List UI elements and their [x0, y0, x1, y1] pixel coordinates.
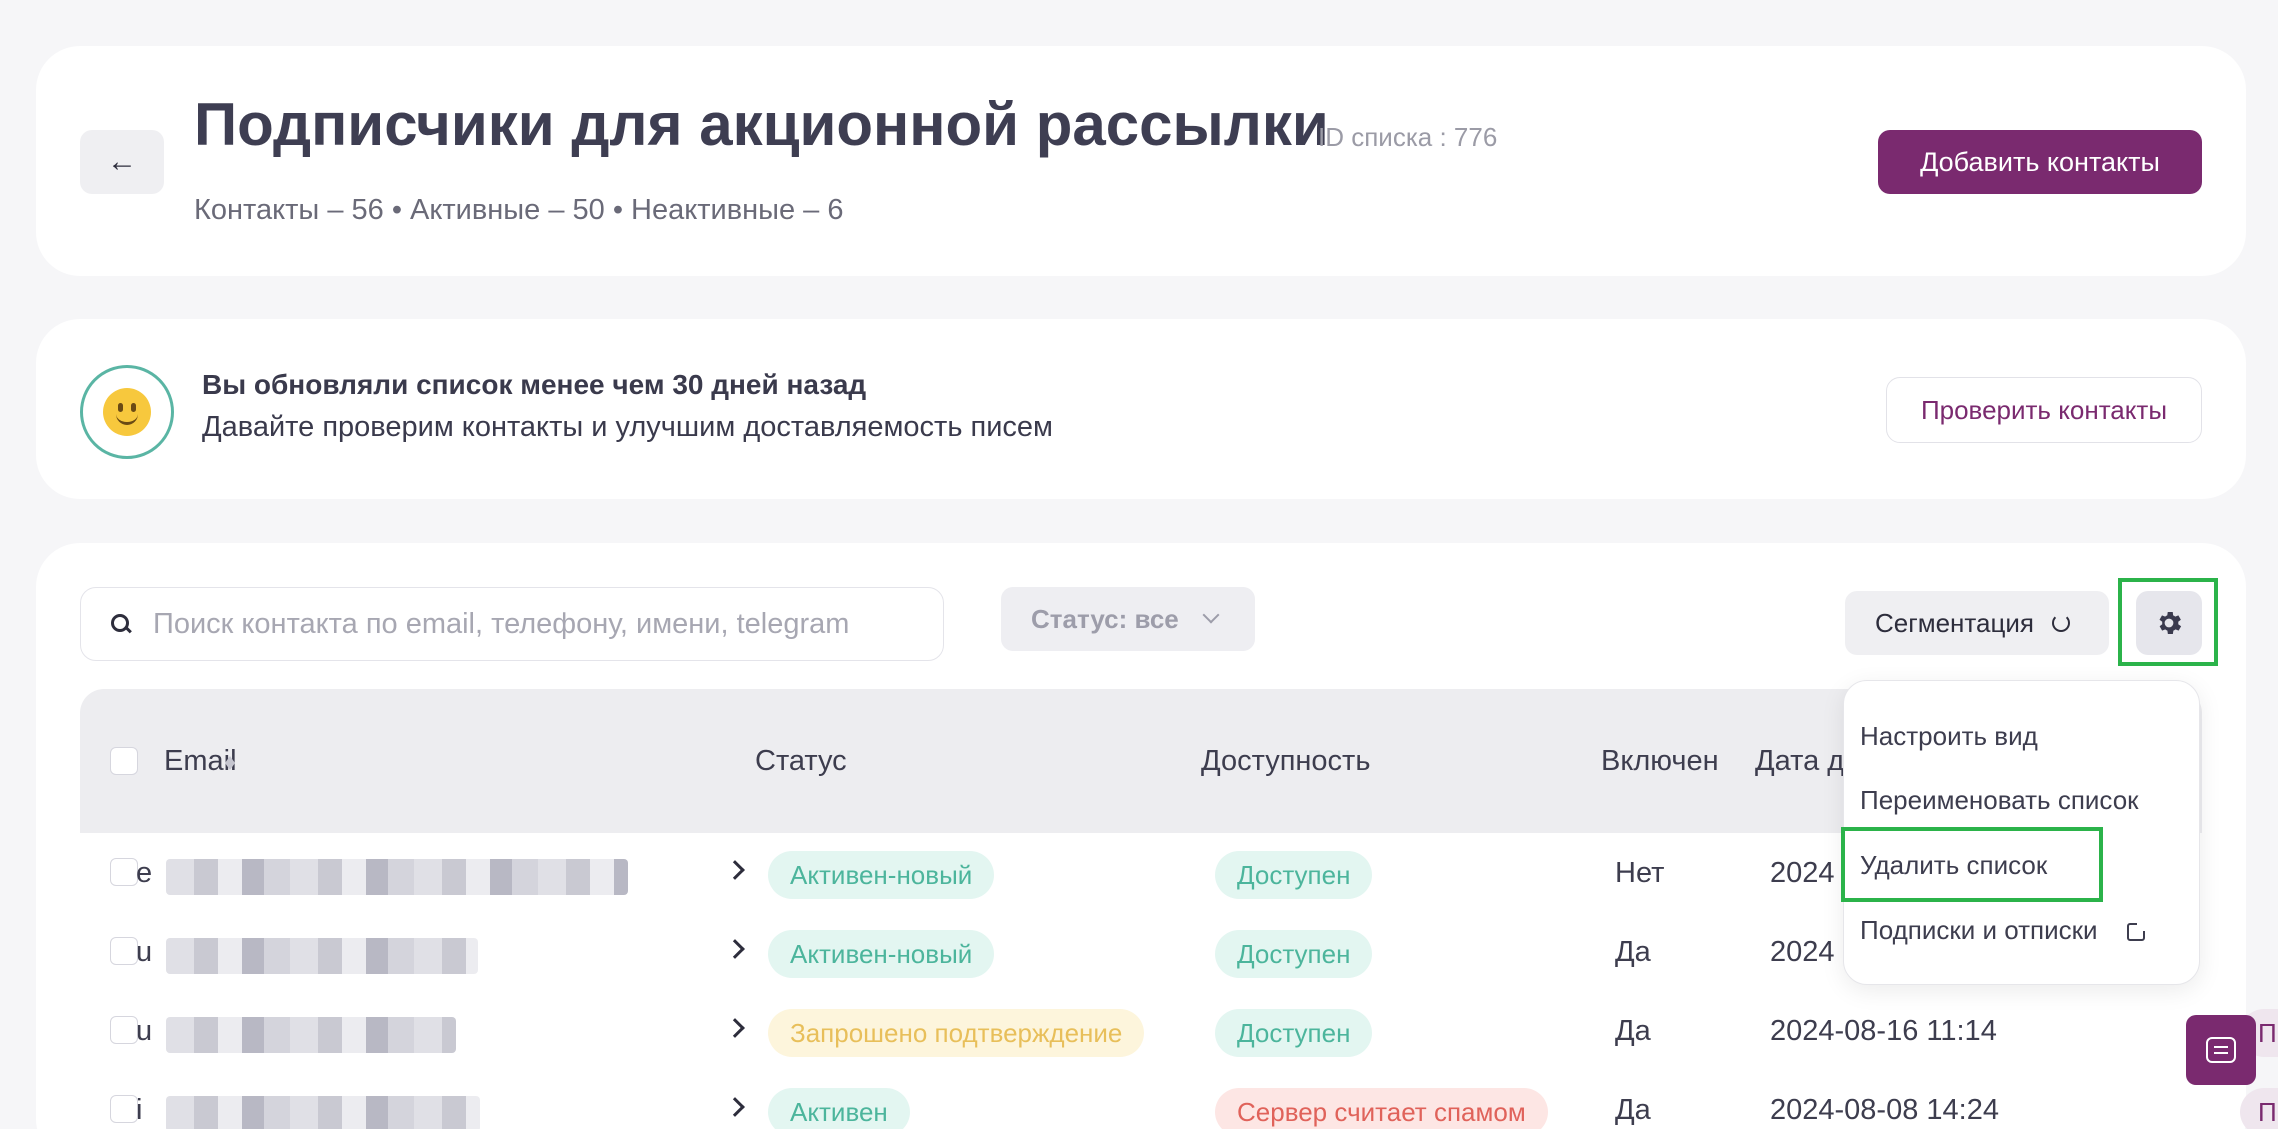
- arrow-left-icon: ←: [107, 145, 137, 178]
- email-lead: i: [136, 1094, 143, 1126]
- column-status: Статус: [755, 745, 847, 777]
- status-filter-label: Статус: все: [1031, 603, 1179, 634]
- subscriptions-label: Подписки и отписки: [1860, 915, 2098, 945]
- status-filter-dropdown[interactable]: Статус: все: [1001, 587, 1255, 651]
- date-value: 2024-08-08 14:24: [1770, 1094, 1999, 1126]
- table-row[interactable]: u Запрошено подтверждение Доступен Да 20…: [80, 991, 2278, 1070]
- menu-item-subscriptions[interactable]: Подписки и отписки: [1860, 915, 2147, 946]
- row-edge-badge: П: [2240, 1088, 2278, 1129]
- refresh-icon: [2051, 614, 2070, 632]
- search-box[interactable]: [80, 587, 944, 661]
- search-input[interactable]: [153, 607, 913, 641]
- availability-badge: Доступен: [1215, 1009, 1373, 1057]
- status-badge: Активен: [768, 1088, 910, 1129]
- email-redacted: [166, 859, 628, 895]
- date-value: 2024-08-16 11:14: [1770, 1015, 1997, 1047]
- email-lead: u: [136, 1015, 153, 1047]
- status-badge: Запрошено подтверждение: [768, 1009, 1145, 1057]
- status-badge: Активен-новый: [768, 930, 995, 978]
- chevron-down-icon: [1202, 606, 1220, 624]
- delete-list-highlight: [1841, 827, 2103, 902]
- row-checkbox[interactable]: [110, 1095, 138, 1123]
- external-link-icon: [2126, 921, 2147, 942]
- row-checkbox[interactable]: [110, 1016, 138, 1044]
- email-redacted: [166, 1017, 456, 1053]
- select-all-checkbox[interactable]: [110, 747, 138, 775]
- check-contacts-button[interactable]: Проверить контакты: [1886, 377, 2202, 443]
- column-enabled: Включен: [1601, 745, 1719, 777]
- menu-item-rename-list[interactable]: Переименовать список: [1860, 785, 2139, 816]
- page-title: Подписчики для акционной рассылки: [194, 91, 1329, 158]
- chevron-right-icon[interactable]: [725, 860, 745, 880]
- chevron-right-icon[interactable]: [725, 1097, 745, 1117]
- chevron-right-icon[interactable]: [725, 1018, 745, 1038]
- enabled-value: Нет: [1615, 857, 1665, 889]
- menu-item-customize-view[interactable]: Настроить вид: [1860, 721, 2038, 752]
- smiley-icon: [80, 365, 174, 459]
- search-icon: [111, 614, 131, 634]
- chat-widget-button[interactable]: [2186, 1015, 2256, 1085]
- email-redacted: [166, 938, 478, 974]
- row-checkbox[interactable]: [110, 937, 138, 965]
- availability-badge: Доступен: [1215, 851, 1373, 899]
- settings-button[interactable]: [2136, 591, 2202, 655]
- date-value: 2024: [1770, 857, 1835, 889]
- contact-stats: Контакты – 56 • Активные – 50 • Неактивн…: [194, 194, 844, 226]
- chevron-right-icon[interactable]: [725, 939, 745, 959]
- segmentation-button[interactable]: Сегментация: [1845, 591, 2109, 655]
- chat-icon: [2206, 1037, 2236, 1063]
- enabled-value: Да: [1615, 1094, 1651, 1126]
- date-value: 2024: [1770, 936, 1835, 968]
- enabled-value: Да: [1615, 936, 1651, 968]
- back-button[interactable]: ←: [80, 130, 164, 194]
- notice-text: Давайте проверим контакты и улучшим дост…: [202, 411, 1053, 443]
- table-row[interactable]: i Активен Сервер считает спамом Да 2024-…: [80, 1070, 2278, 1129]
- sort-icon[interactable]: [225, 751, 235, 773]
- segmentation-label: Сегментация: [1875, 607, 2034, 638]
- add-contacts-button[interactable]: Добавить контакты: [1878, 130, 2202, 194]
- email-lead: e: [136, 857, 153, 889]
- list-header-card: ← Подписчики для акционной рассылки ID с…: [36, 46, 2246, 276]
- list-id: ID списка : 776: [1318, 122, 1498, 152]
- column-date: Дата д: [1755, 745, 1845, 777]
- update-notice-card: Вы обновляли список менее чем 30 дней на…: [36, 319, 2246, 499]
- column-availability: Доступность: [1201, 745, 1371, 777]
- availability-badge: Сервер считает спамом: [1215, 1088, 1548, 1129]
- enabled-value: Да: [1615, 1015, 1651, 1047]
- row-checkbox[interactable]: [110, 858, 138, 886]
- status-badge: Активен-новый: [768, 851, 995, 899]
- availability-badge: Доступен: [1215, 930, 1373, 978]
- email-redacted: [166, 1096, 480, 1129]
- gear-icon: [2159, 612, 2182, 634]
- email-lead: u: [136, 936, 153, 968]
- notice-title: Вы обновляли список менее чем 30 дней на…: [202, 369, 867, 400]
